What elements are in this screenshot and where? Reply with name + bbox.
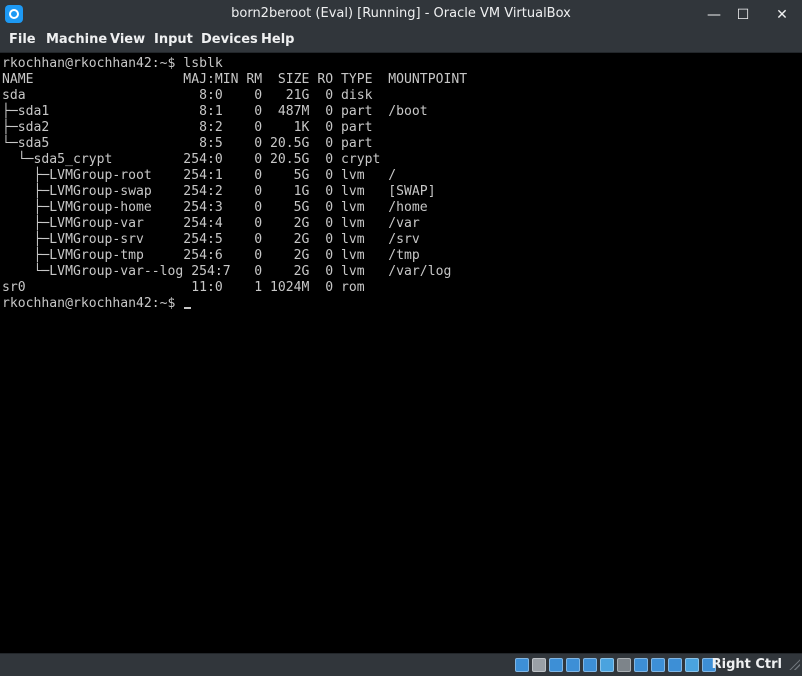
terminal-output: rkochhan@rkochhan42:~$ lsblk NAME MAJ:MIN… [2, 56, 467, 312]
minimize-icon[interactable]: — [703, 4, 725, 26]
vm-screen[interactable]: rkochhan@rkochhan42:~$ lsblk NAME MAJ:MIN… [0, 53, 802, 653]
menu-machine[interactable]: Machine [46, 32, 107, 47]
close-icon[interactable]: ✕ [771, 4, 793, 26]
menu-view[interactable]: View [110, 32, 145, 47]
terminal-prompt: rkochhan@rkochhan42:~$ [2, 296, 184, 311]
terminal-line: rkochhan@rkochhan42:~$ lsblk [2, 56, 223, 71]
shared-folders-icon[interactable] [600, 658, 614, 672]
window-title: born2beroot (Eval) [Running] - Oracle VM… [231, 6, 571, 21]
terminal-line: ├─sda2 8:2 0 1K 0 part [2, 120, 373, 135]
host-key-label: Right Ctrl [711, 657, 782, 672]
hard-disk-icon[interactable] [515, 658, 529, 672]
mouse-integration-icon[interactable] [685, 658, 699, 672]
terminal-cursor [184, 307, 192, 309]
status-bar: Right Ctrl [0, 653, 802, 676]
terminal-line: ├─LVMGroup-tmp 254:6 0 2G 0 lvm /tmp [2, 248, 420, 263]
terminal-line: sr0 11:0 1 1024M 0 rom [2, 280, 365, 295]
window-titlebar: born2beroot (Eval) [Running] - Oracle VM… [0, 0, 802, 29]
terminal-prompt-line[interactable]: rkochhan@rkochhan42:~$ [2, 296, 467, 312]
terminal-line: └─sda5 8:5 0 20.5G 0 part [2, 136, 373, 151]
network-icon[interactable] [566, 658, 580, 672]
menu-file[interactable]: File [9, 32, 36, 47]
menu-help[interactable]: Help [261, 32, 294, 47]
menu-input[interactable]: Input [154, 32, 193, 47]
terminal-line: └─LVMGroup-var--log 254:7 0 2G 0 lvm /va… [2, 264, 452, 279]
terminal-line: ├─LVMGroup-swap 254:2 0 1G 0 lvm [SWAP] [2, 184, 436, 199]
terminal-line: NAME MAJ:MIN RM SIZE RO TYPE MOUNTPOINT [2, 72, 468, 87]
status-indicators [515, 657, 716, 673]
maximize-icon[interactable]: ☐ [732, 4, 754, 26]
usb-icon[interactable] [583, 658, 597, 672]
terminal-line: ├─LVMGroup-home 254:3 0 5G 0 lvm /home [2, 200, 428, 215]
display-icon[interactable] [617, 658, 631, 672]
terminal-line: ├─sda1 8:1 0 487M 0 part /boot [2, 104, 428, 119]
terminal-line: sda 8:0 0 21G 0 disk [2, 88, 373, 103]
terminal-line: ├─LVMGroup-var 254:4 0 2G 0 lvm /var [2, 216, 420, 231]
menu-devices[interactable]: Devices [201, 32, 258, 47]
menu-bar: File Machine View Input Devices Help [0, 29, 802, 53]
terminal-line: ├─LVMGroup-srv 254:5 0 2G 0 lvm /srv [2, 232, 420, 247]
terminal-line: └─sda5_crypt 254:0 0 20.5G 0 crypt [2, 152, 381, 167]
recording-icon[interactable] [651, 658, 665, 672]
audio-icon[interactable] [549, 658, 563, 672]
resize-grip-icon[interactable] [788, 658, 800, 670]
optical-drive-icon[interactable] [532, 658, 546, 672]
terminal-line: ├─LVMGroup-root 254:1 0 5G 0 lvm / [2, 168, 397, 183]
video-capture-icon[interactable] [634, 658, 648, 672]
virtualization-icon[interactable] [668, 658, 682, 672]
